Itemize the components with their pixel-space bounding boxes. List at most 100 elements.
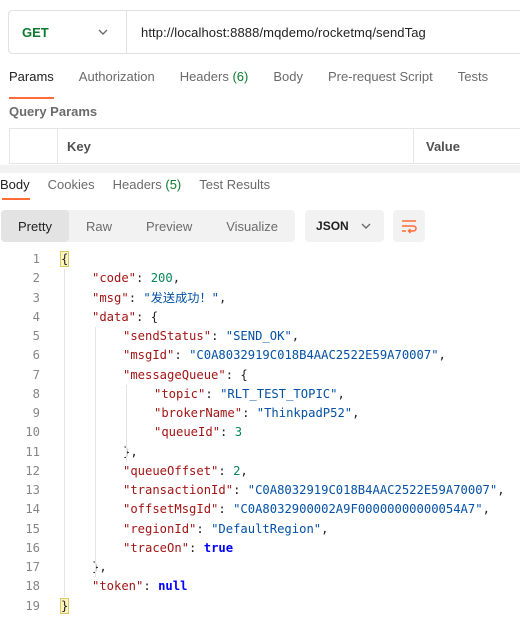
- response-body-editor[interactable]: 1{2 "code": 200, 3 "msg": "发送成功！", 4 "data": …: [0, 250, 520, 616]
- code-token: :: [174, 348, 190, 363]
- code-token: "traceOn": [123, 540, 190, 555]
- code-token: "C0A8032919C018B4AAC2522E59A70007": [247, 483, 498, 497]
- format-label: JSON: [316, 219, 349, 233]
- wrap-lines-button[interactable]: [392, 210, 425, 242]
- tab-params[interactable]: Params: [9, 68, 54, 99]
- code-text: "brokerName": "ThinkpadP52",: [154, 404, 359, 423]
- line-number: 9: [32, 406, 40, 420]
- code-text: {: [59, 250, 70, 269]
- code-token: :: [196, 521, 212, 536]
- pretty-button[interactable]: Pretty: [1, 210, 69, 242]
- preview-button[interactable]: Preview: [129, 210, 209, 242]
- method-label: GET: [22, 24, 49, 40]
- code-text: "code": 200,: [92, 269, 180, 288]
- tab-response-headers[interactable]: Headers (5): [113, 177, 182, 193]
- code-token: :: [189, 540, 204, 555]
- line-number: 2: [32, 271, 40, 286]
- checkbox-column-header: [10, 129, 58, 163]
- code-token: "C0A8032919C018B4AAC2522E59A70007": [189, 348, 439, 363]
- pane-divider[interactable]: [0, 165, 520, 173]
- code-token: true: [203, 540, 234, 555]
- tab-count: (6): [232, 69, 249, 84]
- code-token: ,: [438, 348, 446, 363]
- tab-label: Cookies: [47, 177, 95, 192]
- code-token: "ThinkpadP52": [256, 406, 353, 420]
- code-token: "sendStatus": [123, 329, 212, 343]
- code-line: 16 "traceOn": true: [0, 539, 520, 558]
- response-tabs: Body Cookies Headers (5) Test Results: [0, 177, 270, 200]
- code-token: :: [220, 425, 235, 440]
- line-number: 6: [32, 348, 40, 363]
- code-text: "topic": "RLT_TEST_TOPIC",: [154, 385, 345, 404]
- code-text: "messageQueue": {: [123, 366, 248, 385]
- url-input[interactable]: http://localhost:8888/mqdemo/rocketmq/se…: [127, 25, 426, 40]
- code-text: "offsetMsgId": "C0A8032900002A9F00000000…: [123, 500, 490, 519]
- code-text: "queueOffset": 2,: [123, 462, 248, 481]
- tab-label: Tests: [457, 69, 489, 84]
- tab-cookies[interactable]: Cookies: [48, 177, 95, 193]
- code-text: "token": null: [92, 577, 187, 596]
- code-text: "regionId": "DefaultRegion",: [123, 520, 328, 539]
- code-token: "token": [92, 579, 144, 594]
- code-line: 13 "transactionId": "C0A8032919C018B4AAC2…: [0, 481, 520, 500]
- method-select[interactable]: GET: [9, 11, 127, 53]
- code-line: 6 "msgId": "C0A8032919C018B4AAC2522E59A70…: [0, 346, 520, 365]
- code-token: "offsetMsgId": [123, 502, 219, 517]
- code-token: "topic": [154, 386, 206, 401]
- tab-label: Pre-request Script: [327, 69, 433, 84]
- line-number: 19: [25, 598, 40, 613]
- code-text: "msg": "发送成功！",: [92, 289, 226, 308]
- wrap-lines-icon: [401, 220, 417, 234]
- code-line: 12 "queueOffset": 2,: [0, 462, 520, 481]
- tab-label: Test Results: [199, 177, 271, 192]
- tab-body[interactable]: Body: [273, 68, 303, 92]
- code-token: "SEND_OK": [225, 329, 292, 343]
- code-token: :: [218, 463, 234, 478]
- code-token: :: [211, 329, 226, 343]
- tab-headers[interactable]: Headers (6): [180, 68, 249, 92]
- code-text: "traceOn": true: [123, 539, 233, 558]
- tab-authorization[interactable]: Authorization: [79, 68, 155, 92]
- key-column-header: Key: [58, 129, 414, 163]
- tab-response-body[interactable]: Body: [0, 177, 30, 200]
- tab-label: Headers: [179, 69, 229, 84]
- code-token: "msg": [92, 290, 129, 305]
- line-number: 12: [25, 463, 40, 478]
- code-token: ,: [337, 386, 345, 401]
- code-token: ,: [240, 463, 248, 478]
- code-token: "RLT_TEST_TOPIC": [220, 386, 338, 401]
- tab-tests[interactable]: Tests: [458, 68, 488, 92]
- indent-guide: [64, 269, 65, 597]
- code-token: "发送成功！": [143, 290, 219, 305]
- line-number: 15: [25, 521, 40, 536]
- tab-test-results[interactable]: Test Results: [199, 177, 270, 193]
- line-number: 13: [25, 483, 40, 497]
- indent-guide: [126, 384, 127, 462]
- line-number: 7: [32, 367, 40, 382]
- code-token: "msgId": [123, 348, 175, 363]
- code-text: "msgId": "C0A8032919C018B4AAC2522E59A700…: [123, 346, 446, 365]
- code-token: ,: [497, 483, 505, 497]
- code-token: ,: [291, 329, 300, 343]
- raw-button[interactable]: Raw: [69, 210, 129, 242]
- code-token: "regionId": [123, 521, 197, 536]
- code-line: 18 "token": null: [0, 577, 520, 596]
- code-token: :: [128, 290, 144, 305]
- code-line: 15 "regionId": "DefaultRegion",: [0, 520, 520, 539]
- code-token: null: [158, 579, 188, 594]
- visualize-button[interactable]: Visualize: [209, 210, 295, 242]
- code-line: 3 "msg": "发送成功！",: [0, 289, 520, 308]
- view-mode-group: Pretty Raw Preview Visualize: [1, 210, 296, 242]
- tab-label: Headers: [112, 177, 162, 192]
- code-token: : {: [225, 367, 248, 382]
- code-token: 3: [234, 425, 243, 440]
- code-text: "transactionId": "C0A8032919C018B4AAC252…: [123, 481, 505, 500]
- tab-pre-request-script[interactable]: Pre-request Script: [328, 68, 433, 92]
- code-line: 5 "sendStatus": "SEND_OK",: [0, 327, 520, 346]
- tab-label: Body: [0, 177, 30, 192]
- code-token: ,: [321, 521, 329, 536]
- format-select[interactable]: JSON: [305, 210, 384, 242]
- code-token: :: [242, 406, 257, 420]
- code-token: ,: [219, 290, 227, 305]
- line-number: 4: [32, 309, 40, 324]
